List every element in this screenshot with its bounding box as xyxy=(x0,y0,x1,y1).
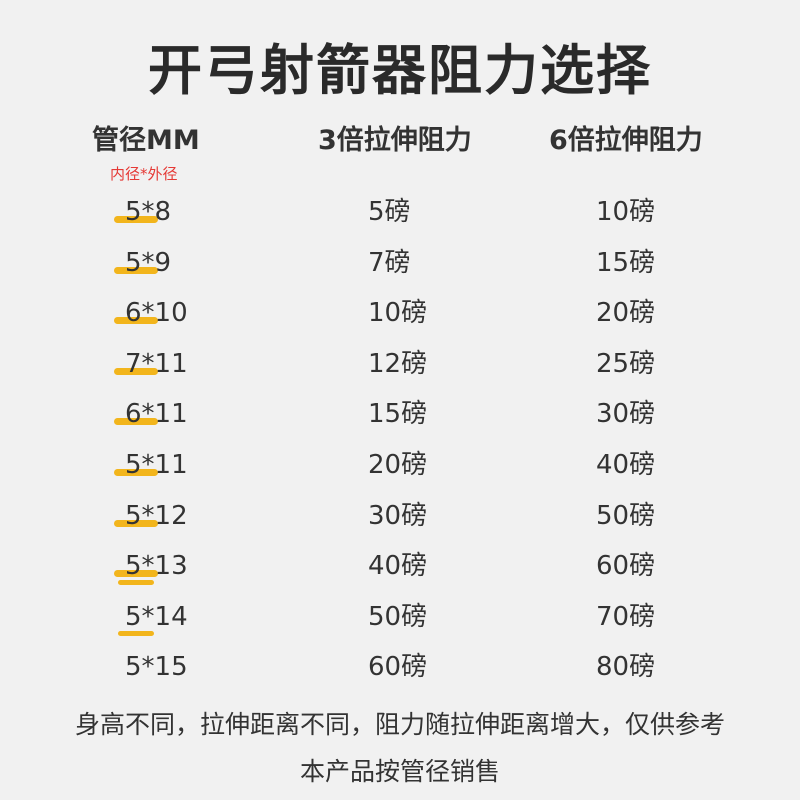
resistance-6x: 60磅 xyxy=(596,551,656,582)
tube-size: 5*12 xyxy=(125,500,188,531)
tube-size: 5*15 xyxy=(125,652,188,683)
tube-size: 7*11 xyxy=(125,348,188,379)
tube-size: 5*14 xyxy=(125,601,188,632)
header-3x-resistance: 3倍拉伸阻力 xyxy=(318,125,472,156)
table-row: 5*15 60磅 80磅 xyxy=(0,643,800,694)
resistance-3x: 20磅 xyxy=(368,449,428,480)
header-6x-resistance: 6倍拉伸阻力 xyxy=(549,125,703,156)
table-row: 5*12 30磅 50磅 xyxy=(0,492,800,543)
resistance-6x: 40磅 xyxy=(596,449,656,480)
resistance-3x: 30磅 xyxy=(368,500,428,531)
resistance-6x: 50磅 xyxy=(596,500,656,531)
resistance-3x: 12磅 xyxy=(368,348,428,379)
resistance-6x: 20磅 xyxy=(596,298,656,329)
footer-disclaimer: 身高不同，拉伸距离不同，阻力随拉伸距离增大，仅供参考 xyxy=(74,710,725,739)
diameter-note: 内径*外径 xyxy=(110,165,178,183)
resistance-3x: 50磅 xyxy=(368,601,428,632)
resistance-3x: 15磅 xyxy=(368,399,428,430)
resistance-6x: 10磅 xyxy=(596,197,656,227)
resistance-3x: 10磅 xyxy=(368,298,428,329)
resistance-6x: 25磅 xyxy=(596,348,656,379)
table-row: 7*11 12磅 25磅 xyxy=(0,340,800,391)
table-row: 6*10 10磅 20磅 xyxy=(0,289,800,340)
table-row: 5*8 5磅 10磅 xyxy=(0,188,800,239)
header-tube-diameter: 管径MM xyxy=(92,125,200,156)
resistance-table: 5*8 5磅 10磅 5*9 7磅 15磅 6*10 10磅 20磅 7*11 … xyxy=(0,188,800,694)
table-row: 5*14 50磅 70磅 xyxy=(0,593,800,644)
resistance-3x: 7磅 xyxy=(368,247,411,278)
resistance-6x: 15磅 xyxy=(596,247,656,278)
resistance-3x: 40磅 xyxy=(368,551,428,582)
table-row: 5*13 40磅 60磅 xyxy=(0,542,800,593)
resistance-3x: 60磅 xyxy=(368,652,428,683)
resistance-6x: 30磅 xyxy=(596,399,656,430)
resistance-3x: 5磅 xyxy=(368,197,411,227)
tube-size: 5*8 xyxy=(125,197,172,227)
tube-size: 6*11 xyxy=(125,399,188,430)
footer-sales-note: 本产品按管径销售 xyxy=(299,757,500,786)
resistance-6x: 70磅 xyxy=(596,601,656,632)
tube-size: 5*9 xyxy=(125,247,172,278)
resistance-6x: 80磅 xyxy=(596,652,656,683)
tube-size: 5*13 xyxy=(125,551,188,582)
table-row: 5*9 7磅 15磅 xyxy=(0,239,800,290)
table-row: 5*11 20磅 40磅 xyxy=(0,441,800,492)
tube-size: 5*11 xyxy=(125,449,188,480)
table-row: 6*11 15磅 30磅 xyxy=(0,390,800,441)
page-title: 开弓射箭器阻力选择 xyxy=(148,39,652,102)
tube-size: 6*10 xyxy=(125,298,188,329)
